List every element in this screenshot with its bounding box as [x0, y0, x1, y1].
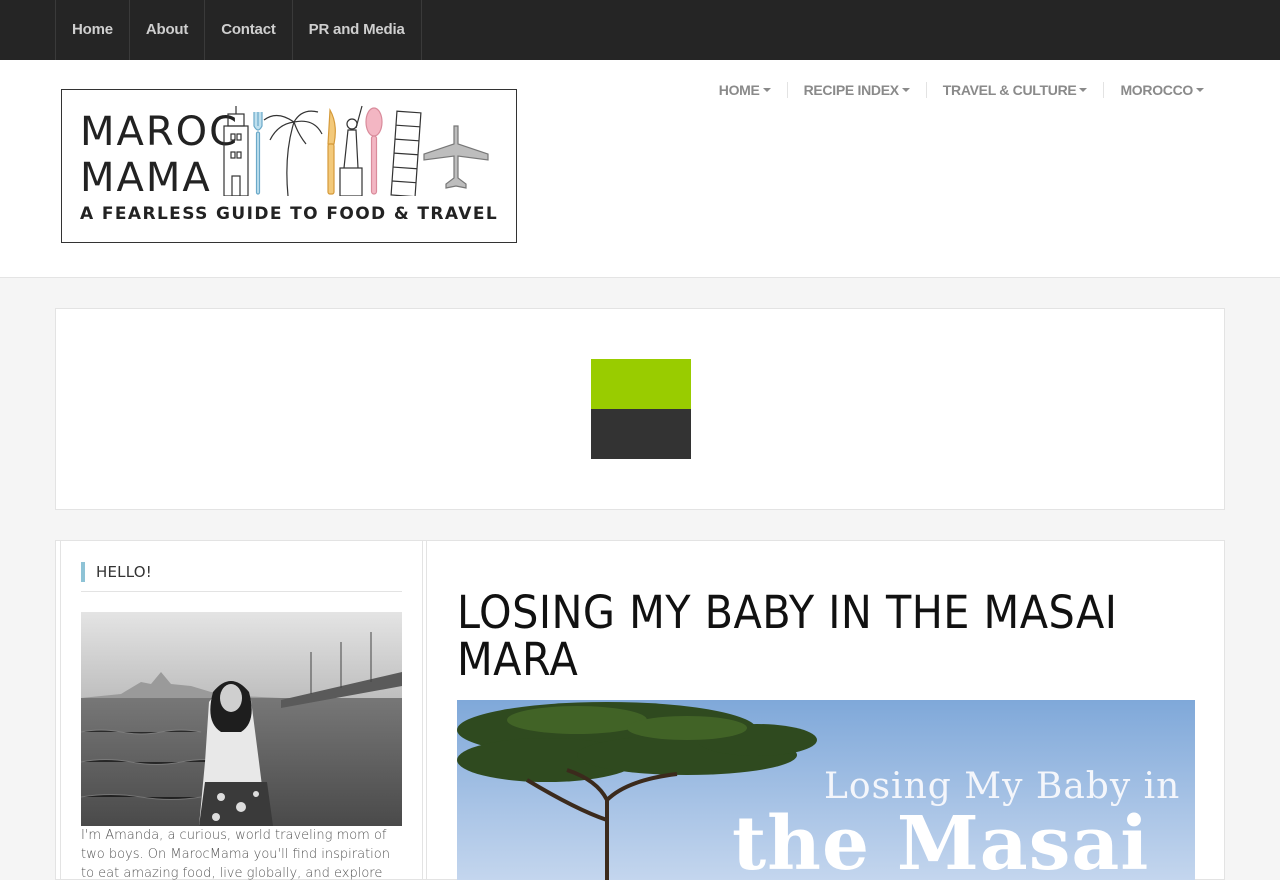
ad-block-dark[interactable]	[591, 409, 691, 459]
mainnav-morocco-label: MOROCCO	[1120, 82, 1193, 98]
sidebar: HELLO! I'm Amanda, a curious, world trav…	[60, 541, 423, 880]
top-nav: Home About Contact PR and Media	[55, 0, 422, 60]
mainnav-morocco[interactable]: MOROCCO	[1103, 82, 1220, 98]
mainnav-recipe-index-label: RECIPE INDEX	[803, 82, 900, 98]
ad-block-green[interactable]	[591, 359, 691, 409]
widget-title: HELLO!	[81, 562, 402, 592]
topnav-home-link[interactable]: Home	[56, 0, 130, 60]
widget-title-text: HELLO!	[96, 563, 152, 581]
mainnav-home-label: HOME	[718, 82, 760, 98]
mainnav-recipe-index[interactable]: RECIPE INDEX	[786, 82, 926, 98]
top-bar: Home About Contact PR and Media	[0, 0, 1280, 60]
caret-down-icon	[901, 88, 910, 92]
author-bio: I'm Amanda, a curious, world traveling m…	[81, 828, 390, 880]
article: LOSING MY BABY IN THE MASAI MARA Losing …	[426, 541, 1224, 880]
logo-illustration-icon	[223, 105, 489, 196]
content-area: HELLO! I'm Amanda, a curious, world trav…	[55, 540, 1225, 880]
mainnav-travel-culture[interactable]: TRAVEL & CULTURE	[925, 82, 1104, 98]
logo-line1: MAROC	[80, 109, 240, 155]
hero-text-line2: the Masai	[732, 801, 1150, 880]
author-photo	[81, 612, 402, 826]
caret-down-icon	[762, 88, 771, 92]
topnav-pr-media-link[interactable]: PR and Media	[293, 0, 422, 60]
logo-line2: MAMA	[80, 155, 212, 201]
author-photo-image	[81, 612, 402, 826]
logo-tagline: A FEARLESS GUIDE TO FOOD & TRAVEL	[80, 204, 499, 224]
topnav-contact-link[interactable]: Contact	[205, 0, 293, 60]
topnav-about-link[interactable]: About	[130, 0, 206, 60]
main-nav: HOME RECIPE INDEX TRAVEL & CULTURE MOROC…	[703, 82, 1220, 98]
mainnav-home[interactable]: HOME	[703, 82, 787, 98]
hero-image[interactable]: Losing My Baby in the Masai	[457, 700, 1195, 880]
caret-down-icon	[1196, 88, 1204, 92]
mainnav-travel-culture-label: TRAVEL & CULTURE	[942, 82, 1077, 98]
site-header: MAROC MAMA A FEARLESS GUIDE TO FOOD & TR…	[0, 60, 1280, 278]
ad-banner	[55, 308, 1225, 510]
caret-down-icon	[1079, 88, 1088, 92]
widget-title-accent	[81, 562, 85, 582]
site-logo[interactable]: MAROC MAMA A FEARLESS GUIDE TO FOOD & TR…	[61, 89, 517, 243]
post-title[interactable]: LOSING MY BABY IN THE MASAI MARA	[457, 589, 1138, 683]
